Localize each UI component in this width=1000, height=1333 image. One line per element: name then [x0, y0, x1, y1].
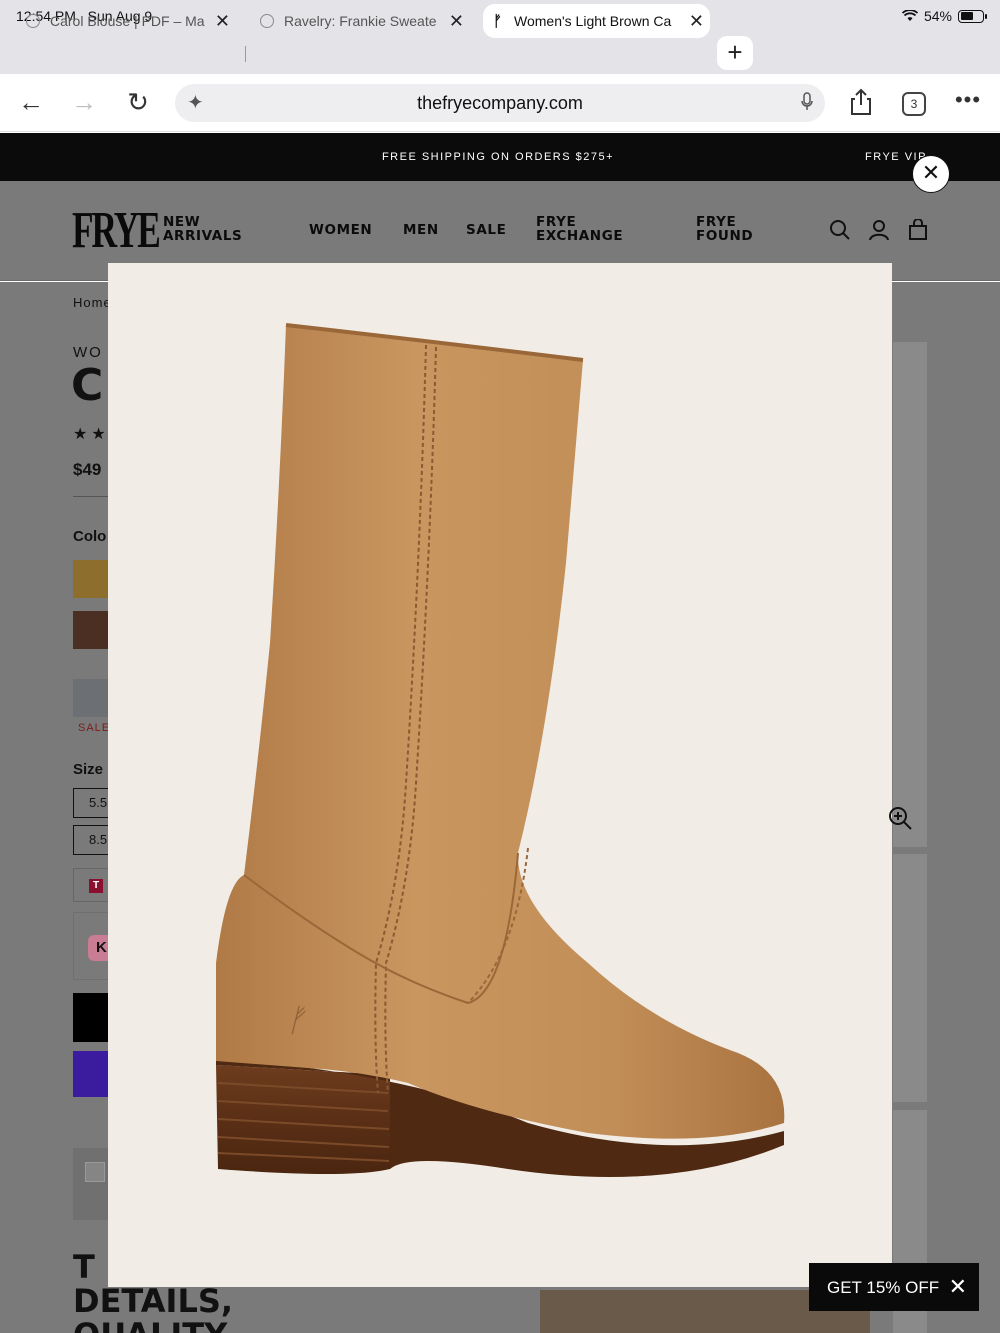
tab-frye-active[interactable]: ᚠ Women's Light Brown Ca ✕: [483, 4, 710, 38]
nav-frye-found[interactable]: FRYE FOUND: [696, 215, 753, 243]
address-bar[interactable]: ✦ thefryecompany.com: [175, 84, 825, 122]
payment-option-box[interactable]: T: [73, 868, 113, 902]
tab-separator: [245, 46, 246, 62]
close-lightbox-button[interactable]: ✕: [912, 155, 950, 193]
product-price: $49: [73, 460, 102, 479]
tab-ravelry[interactable]: Ravelry: Frankie Sweate ✕: [260, 4, 470, 38]
globe-icon: [26, 14, 40, 28]
wifi-icon: [901, 10, 918, 21]
nav-new-arrivals[interactable]: NEW ARRIVALS: [163, 215, 242, 243]
promo-bar: FREE SHIPPING ON ORDERS $275+ FRYE VIP: [0, 133, 1000, 181]
color-swatch-grey[interactable]: [73, 679, 109, 717]
close-tab-icon[interactable]: ✕: [689, 12, 704, 30]
color-swatch-brown[interactable]: [73, 611, 109, 649]
tab-title: Ravelry: Frankie Sweate: [284, 13, 437, 29]
forward-icon[interactable]: →: [68, 86, 100, 118]
gallery-thumb[interactable]: [893, 854, 927, 1102]
divider: [73, 496, 113, 497]
badge-t: T: [89, 879, 103, 893]
discount-offer-tab[interactable]: GET 15% OFF ✕: [809, 1263, 979, 1311]
nav-sale[interactable]: SALE: [466, 223, 506, 237]
tab-overview-button[interactable]: 3: [902, 92, 926, 116]
info-panel: [73, 1148, 113, 1220]
new-tab-button[interactable]: +: [717, 36, 753, 70]
share-icon[interactable]: [849, 88, 873, 116]
boot-image[interactable]: ᚠ: [108, 263, 892, 1287]
nav-men[interactable]: MEN: [403, 223, 439, 237]
account-icon[interactable]: [868, 219, 890, 241]
battery-percent: 54%: [923, 8, 952, 24]
close-offer-icon[interactable]: ✕: [949, 1274, 967, 1300]
image-lightbox: ᚠ: [108, 263, 892, 1287]
back-icon[interactable]: ←: [15, 86, 47, 118]
close-tab-icon[interactable]: ✕: [449, 12, 464, 30]
nav-frye-exchange[interactable]: FRYE EXCHANGE: [536, 215, 623, 243]
product-title: C: [71, 360, 104, 411]
tab-title: Carol Blouse | PDF – Ma: [50, 13, 205, 29]
microphone-icon[interactable]: [801, 92, 813, 112]
close-tab-icon[interactable]: ✕: [215, 12, 230, 30]
tab-title: Women's Light Brown Ca: [514, 13, 672, 29]
url-text[interactable]: thefryecompany.com: [175, 93, 825, 114]
battery-icon: [958, 9, 987, 23]
add-to-bag-button[interactable]: [73, 993, 113, 1042]
cart-icon[interactable]: [907, 219, 929, 241]
gallery-main-image[interactable]: [893, 342, 927, 847]
offer-label[interactable]: GET 15% OFF: [827, 1278, 939, 1298]
frye-logo[interactable]: FRYE: [72, 205, 161, 257]
status-right: 54%: [901, 8, 987, 24]
tab-carol-blouse[interactable]: Carol Blouse | PDF – Ma ✕: [26, 4, 236, 38]
frye-logo-emboss: ᚠ: [286, 1002, 306, 1038]
klarna-box[interactable]: K: [73, 912, 118, 980]
sale-label: SALE: [78, 722, 111, 734]
search-icon[interactable]: [829, 219, 851, 241]
more-icon[interactable]: •••: [952, 84, 984, 116]
breadcrumb[interactable]: Home: [73, 295, 112, 310]
express-pay-button[interactable]: [73, 1051, 113, 1097]
size-option[interactable]: 8.5: [73, 825, 113, 855]
promo-message[interactable]: FREE SHIPPING ON ORDERS $275+: [0, 151, 996, 163]
size-option[interactable]: 5.5: [73, 788, 113, 818]
product-category: WO: [73, 344, 103, 361]
frye-favicon-icon: ᚠ: [493, 12, 503, 30]
nav-women[interactable]: WOMEN: [309, 223, 372, 237]
size-label: Size: [73, 761, 104, 778]
globe-icon: [260, 14, 274, 28]
color-label: Colo: [73, 528, 107, 545]
tab-strip: [0, 32, 1000, 74]
rating-stars[interactable]: ★★: [73, 424, 110, 444]
color-swatch-tan[interactable]: [73, 560, 109, 598]
reload-icon[interactable]: ↻: [122, 86, 154, 118]
checkbox[interactable]: [85, 1162, 105, 1182]
browser-toolbar: ← → ↻ ✦ thefryecompany.com 3 •••: [0, 74, 1000, 132]
zoom-in-icon[interactable]: [887, 805, 913, 831]
